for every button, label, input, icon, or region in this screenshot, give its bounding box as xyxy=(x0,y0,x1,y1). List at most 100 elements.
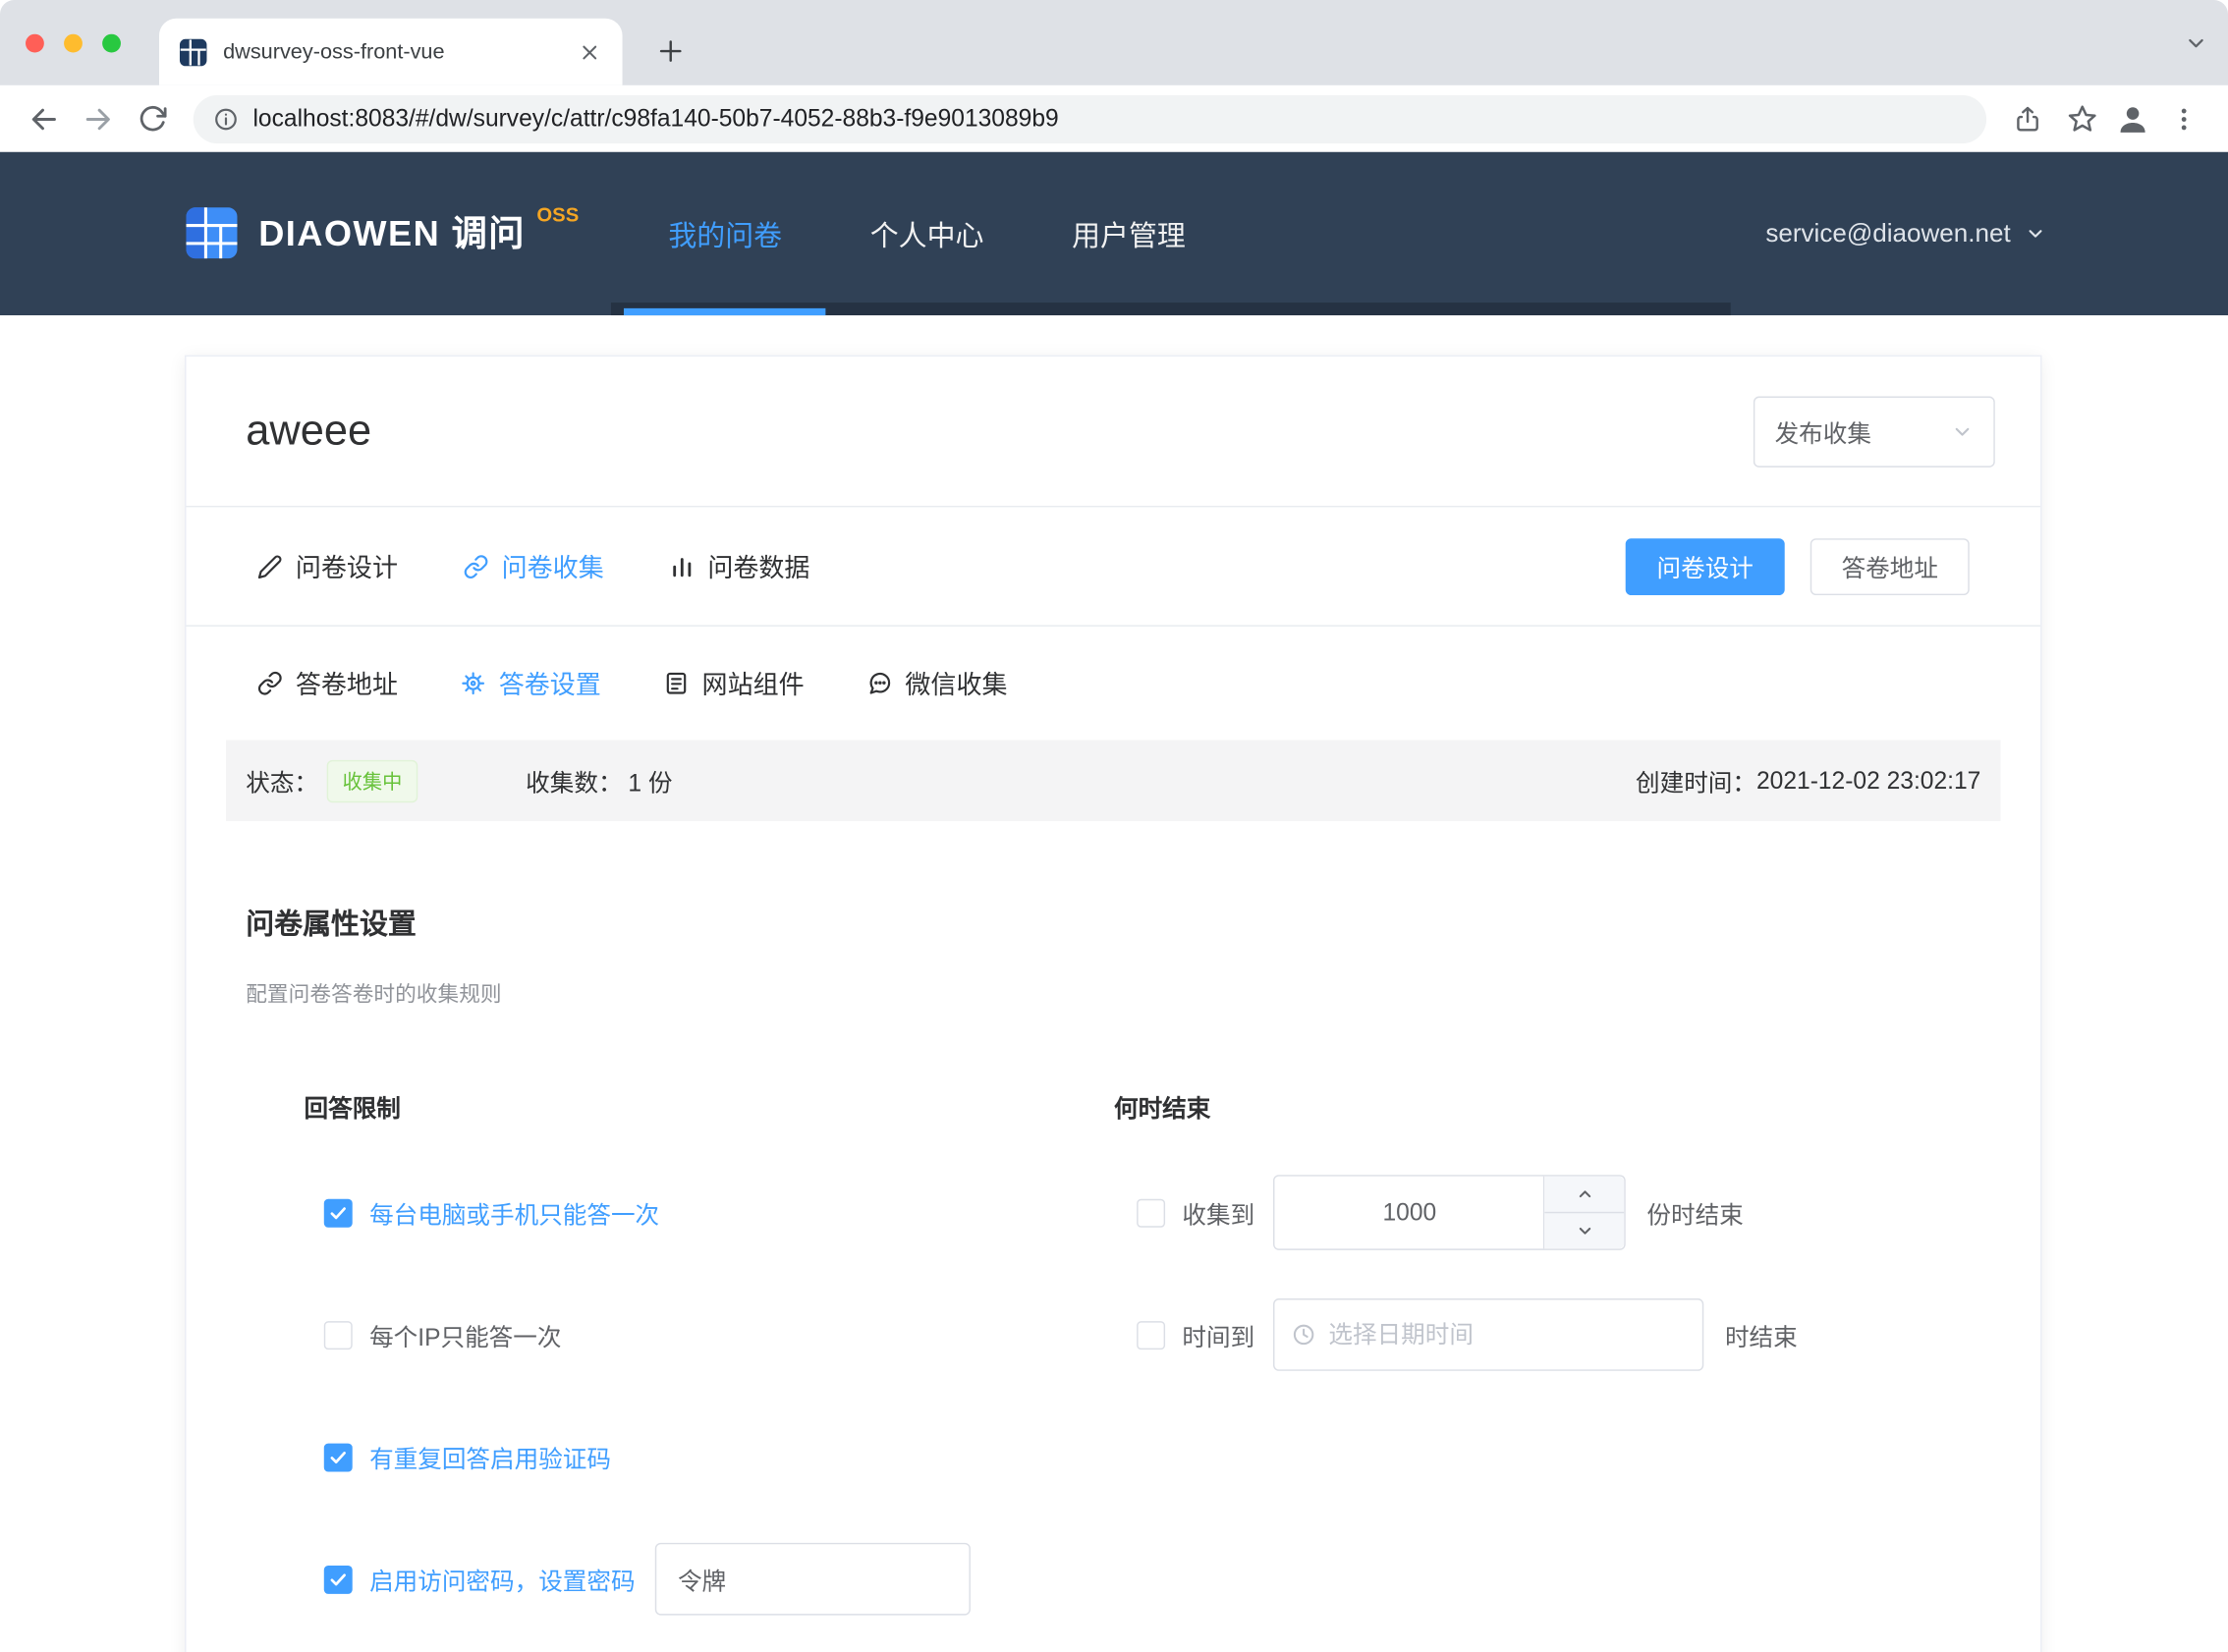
reload-button[interactable] xyxy=(125,91,179,145)
answer-limit-title: 回答限制 xyxy=(305,1088,1056,1124)
survey-title: aweee xyxy=(246,407,371,455)
rule-one-per-ip: 每个IP只能答一次 xyxy=(324,1297,1056,1373)
url-bar[interactable]: localhost:8083/#/dw/survey/c/attr/c98fa1… xyxy=(194,94,1986,142)
survey-card: aweee 发布收集 问卷设计 问卷收集 xyxy=(185,356,2041,1652)
end-condition-group: 何时结束 收集到 xyxy=(1114,1088,1798,1652)
checkbox-one-per-device[interactable] xyxy=(324,1198,353,1227)
page-body: aweee 发布收集 问卷设计 问卷收集 xyxy=(0,315,2228,1652)
tab-answer-settings[interactable]: 答卷设置 xyxy=(461,665,601,702)
card-header: aweee 发布收集 xyxy=(186,357,2040,507)
account-menu[interactable]: service@diaowen.net xyxy=(1765,219,2045,248)
tab-survey-data[interactable]: 问卷数据 xyxy=(669,548,809,585)
stepper-up-button[interactable] xyxy=(1544,1177,1624,1212)
kebab-menu-icon xyxy=(2170,104,2199,133)
widget-icon xyxy=(663,671,689,696)
profile-button[interactable] xyxy=(2108,94,2156,142)
tab-answer-address[interactable]: 答卷地址 xyxy=(257,665,398,702)
tab-survey-design[interactable]: 问卷设计 xyxy=(257,548,398,585)
clock-icon xyxy=(1292,1323,1316,1348)
check-icon xyxy=(328,1447,348,1466)
tab-site-widget[interactable]: 网站组件 xyxy=(663,665,804,702)
settings-columns: 回答限制 每台电脑或手机只能答一次 每个IP只能答一次 xyxy=(246,1088,2040,1652)
close-window-button[interactable] xyxy=(26,33,44,52)
collect-count-input[interactable] xyxy=(1274,1177,1544,1249)
secondary-tabs: 答卷地址 答卷设置 网站组件 微信收集 xyxy=(186,627,2040,741)
link-icon xyxy=(257,671,283,696)
access-password-input[interactable] xyxy=(655,1543,971,1616)
bookmark-button[interactable] xyxy=(2055,91,2109,145)
collect-count-value: 1 份 xyxy=(628,763,672,798)
check-icon xyxy=(328,1569,348,1589)
back-button[interactable] xyxy=(17,91,71,145)
settings-subtitle: 配置问卷答卷时的收集规则 xyxy=(246,979,2040,1009)
settings-title: 问卷属性设置 xyxy=(246,901,2040,942)
wechat-icon xyxy=(866,671,892,696)
share-icon xyxy=(2014,104,2042,133)
tab-survey-collect[interactable]: 问卷收集 xyxy=(464,548,604,585)
stepper-controls xyxy=(1543,1177,1624,1249)
site-info-icon[interactable] xyxy=(213,106,239,132)
rule-captcha-on-repeat: 有重复回答启用验证码 xyxy=(324,1419,1056,1495)
link-icon xyxy=(464,553,489,578)
chevron-down-icon xyxy=(2025,223,2046,245)
arrow-left-icon xyxy=(28,103,60,135)
status-label: 状态： xyxy=(246,763,318,798)
new-tab-button[interactable] xyxy=(648,28,694,74)
answer-address-button[interactable]: 答卷地址 xyxy=(1810,537,1970,594)
primary-tabs: 问卷设计 问卷收集 问卷数据 问卷设计 答卷地址 xyxy=(186,507,2040,626)
created-time-value: 2021-12-02 23:02:17 xyxy=(1756,766,1980,795)
publish-collect-select[interactable]: 发布收集 xyxy=(1754,396,1995,467)
brand[interactable]: DIAOWEN 调问 OSS xyxy=(185,205,579,262)
checkbox-captcha-on-repeat[interactable] xyxy=(324,1443,353,1471)
end-condition-title: 何时结束 xyxy=(1114,1088,1798,1124)
time-suffix: 时结束 xyxy=(1725,1317,1798,1352)
stepper-down-button[interactable] xyxy=(1544,1212,1624,1249)
survey-attribute-settings: 问卷属性设置 配置问卷答卷时的收集规则 回答限制 每台电脑或手机只能答一次 xyxy=(186,821,2040,1652)
checkbox-end-by-count[interactable] xyxy=(1137,1198,1165,1227)
site-favicon-icon xyxy=(179,37,207,66)
forward-button[interactable] xyxy=(71,91,125,145)
status-badge: 收集中 xyxy=(327,759,418,801)
account-email: service@diaowen.net xyxy=(1765,219,2010,248)
nav-item-my-surveys[interactable]: 我的问卷 xyxy=(625,152,826,315)
nav-item-user-management[interactable]: 用户管理 xyxy=(1028,152,1229,315)
browser-menu-button[interactable] xyxy=(2157,91,2211,145)
avatar-icon xyxy=(2114,100,2151,138)
created-time-label: 创建时间： xyxy=(1636,763,1756,798)
zoom-window-button[interactable] xyxy=(102,33,121,52)
tab-wechat-collect[interactable]: 微信收集 xyxy=(866,665,1007,702)
browser-tab[interactable]: dwsurvey-oss-front-vue xyxy=(159,19,623,85)
check-icon xyxy=(328,1202,348,1222)
star-icon xyxy=(2067,104,2096,134)
reload-icon xyxy=(138,104,167,134)
tab-list-chevron-icon[interactable] xyxy=(2184,31,2208,63)
collect-count-stepper xyxy=(1273,1175,1626,1250)
chevron-down-icon xyxy=(1575,1222,1593,1240)
app-header: DIAOWEN 调问 OSS 我的问卷 个人中心 用户管理 service@di… xyxy=(0,152,2228,315)
arrow-right-icon xyxy=(83,103,114,135)
bar-chart-icon xyxy=(669,553,695,578)
window-controls xyxy=(26,33,121,52)
pencil-icon xyxy=(257,553,283,578)
end-datetime-input[interactable] xyxy=(1328,1320,1685,1349)
checkbox-one-per-ip[interactable] xyxy=(324,1320,353,1349)
rule-one-per-device: 每台电脑或手机只能答一次 xyxy=(324,1175,1056,1250)
url-text: localhost:8083/#/dw/survey/c/attr/c98fa1… xyxy=(252,104,1058,133)
checkbox-access-password[interactable] xyxy=(324,1565,353,1593)
status-bar: 状态： 收集中 收集数： 1 份 创建时间： 2021-12-02 23:02:… xyxy=(226,741,2001,821)
count-suffix: 份时结束 xyxy=(1646,1194,1743,1230)
close-tab-icon[interactable] xyxy=(577,39,602,65)
minimize-window-button[interactable] xyxy=(64,33,83,52)
answer-limit-group: 回答限制 每台电脑或手机只能答一次 每个IP只能答一次 xyxy=(305,1088,1056,1652)
diaowen-logo-icon xyxy=(185,205,239,259)
share-button[interactable] xyxy=(2001,91,2055,145)
rule-access-password: 启用访问密码，设置密码 xyxy=(324,1541,1056,1617)
end-datetime-picker[interactable] xyxy=(1273,1298,1703,1371)
header-actions: 问卷设计 答卷地址 xyxy=(1626,537,1970,594)
browser-tabstrip: dwsurvey-oss-front-vue xyxy=(0,0,2228,85)
checkbox-end-by-time[interactable] xyxy=(1137,1320,1165,1349)
survey-design-button[interactable]: 问卷设计 xyxy=(1626,537,1785,594)
gear-icon xyxy=(461,671,486,696)
nav-item-personal-center[interactable]: 个人中心 xyxy=(826,152,1028,315)
collect-count-label: 收集数： xyxy=(526,763,622,798)
